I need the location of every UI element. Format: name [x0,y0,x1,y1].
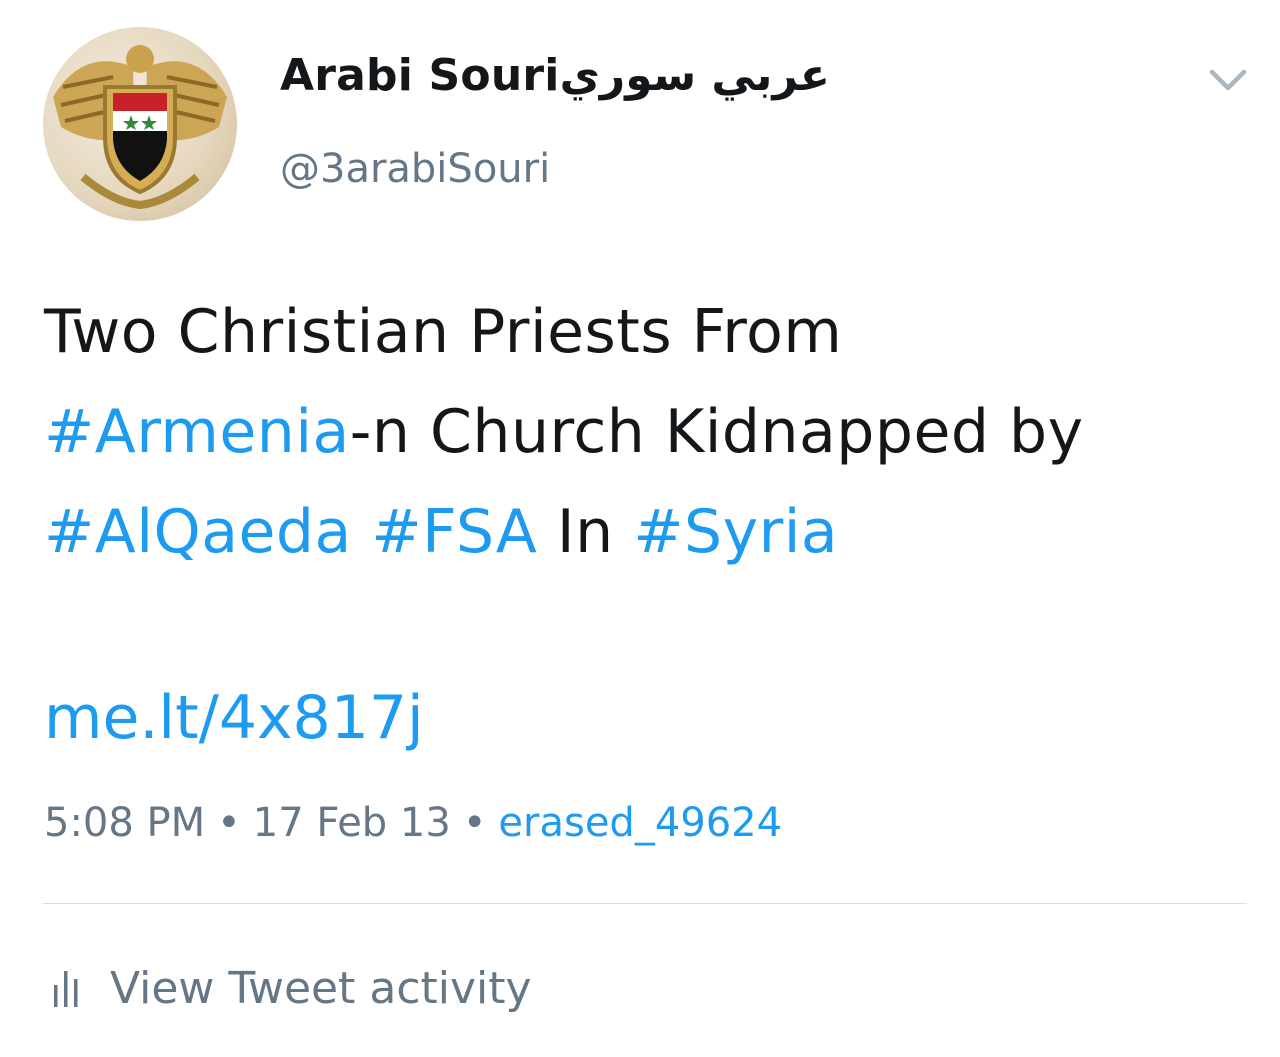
tweet-meta: 5:08 PM • 17 Feb 13 • erased_49624 [44,800,782,846]
display-name[interactable]: Arabi Souriعربي سوري [280,50,830,101]
avatar[interactable] [43,27,237,221]
display-name-arabic: عربي سوري [559,50,830,101]
display-name-latin: Arabi Souri [280,50,560,101]
user-handle[interactable]: @3arabiSouri [280,146,550,192]
tweet-line-2: #Armenia-n Church Kidnapped by [44,382,1244,482]
tweet-time[interactable]: 5:08 PM [44,800,205,846]
tweet-link[interactable]: me.lt/4x817j [44,683,424,753]
tweet-menu-button[interactable] [1206,62,1250,98]
hashtag-armenia[interactable]: #Armenia [44,397,350,467]
tweet-date[interactable]: 17 Feb 13 [253,800,451,846]
tweet-card: Arabi Souriعربي سوري @3arabiSouri Two Ch… [0,0,1280,1057]
divider [43,903,1247,904]
tweet-source[interactable]: erased_49624 [498,800,782,846]
view-tweet-activity-button[interactable]: View Tweet activity [50,960,532,1016]
syrian-eagle-emblem-icon [53,45,227,210]
tweet-line-2-text: -n Church Kidnapped by [349,397,1084,467]
view-tweet-activity-label: View Tweet activity [110,962,532,1014]
hashtag-syria[interactable]: #Syria [633,497,838,567]
hashtag-alqaeda[interactable]: #AlQaeda [44,497,352,567]
meta-separator: • [462,800,487,846]
bar-chart-icon [54,971,78,1007]
tweet-line-3: #AlQaeda #FSA In #Syria [44,482,1244,582]
tweet-text: Two Christian Priests From #Armenia-n Ch… [44,282,1244,582]
chevron-down-icon [1209,69,1247,91]
hashtag-fsa[interactable]: #FSA [371,497,537,567]
tweet-word-in: In [556,497,614,567]
meta-separator: • [217,800,241,846]
tweet-line-1: Two Christian Priests From [44,297,843,367]
